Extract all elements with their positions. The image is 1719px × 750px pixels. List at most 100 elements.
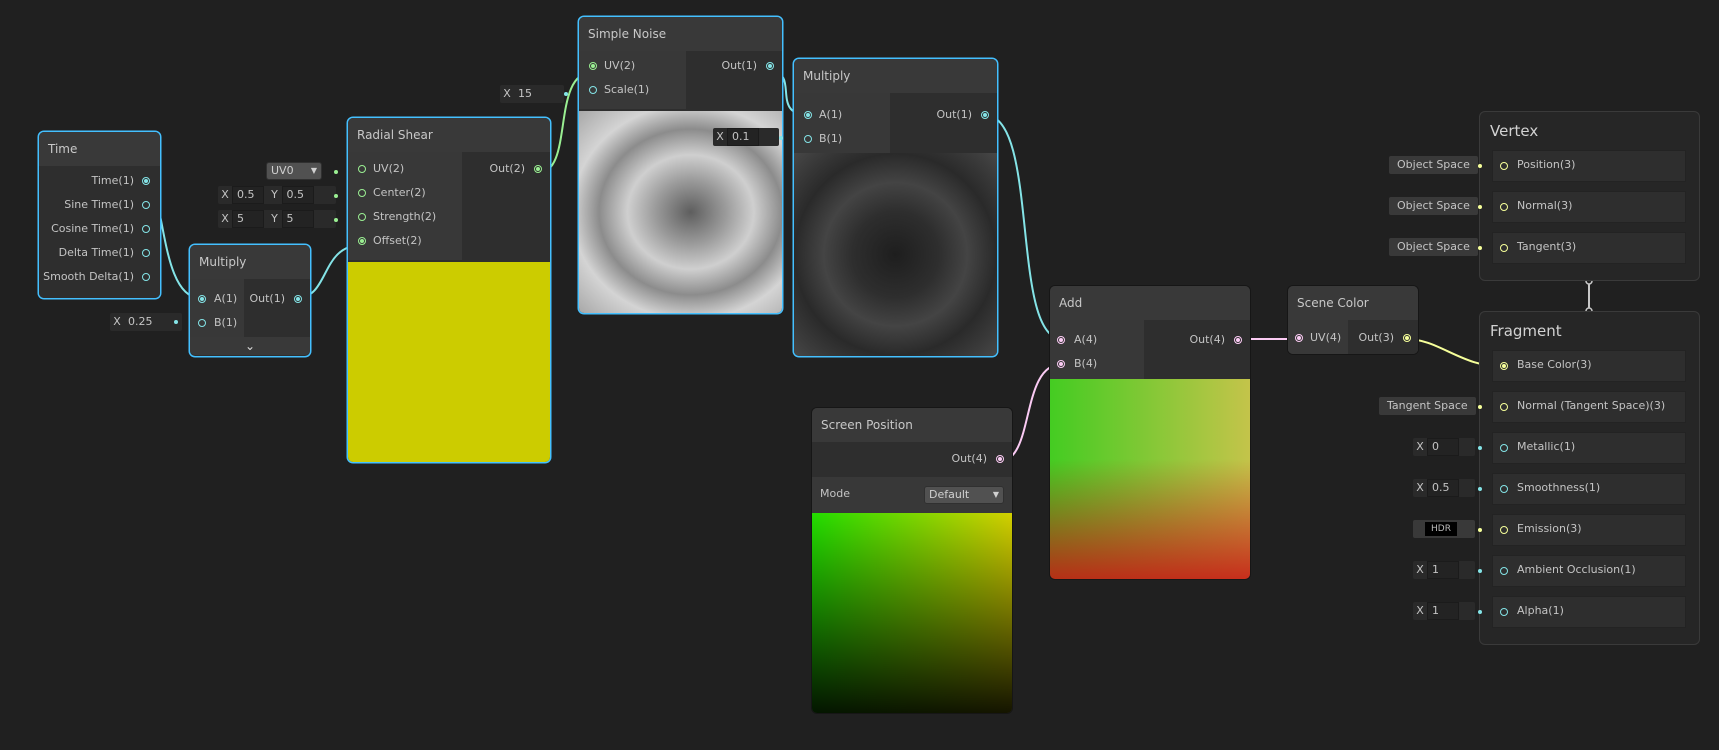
radial-shear-node[interactable]: Radial Shear UV(2) Center(2) Strength(2)…: [348, 118, 550, 462]
add-node[interactable]: Add A(4) B(4) Out(4): [1050, 286, 1250, 579]
input-port-uv[interactable]: UV(2): [373, 158, 404, 180]
scene-color-node[interactable]: Scene Color UV(4) Out(3): [1288, 286, 1418, 354]
input-port-offset[interactable]: Offset(2): [373, 230, 422, 252]
output-port-out[interactable]: Out(4): [951, 448, 987, 470]
input-port-center[interactable]: Center(2): [373, 182, 426, 204]
block-metallic[interactable]: Metallic(1): [1492, 432, 1686, 464]
metallic-field[interactable]: X0: [1413, 438, 1475, 456]
port-dot[interactable]: [198, 319, 206, 327]
normal-tangent-space-tag[interactable]: Tangent Space: [1379, 397, 1476, 415]
output-port-smooth-delta[interactable]: Smooth Delta(1): [43, 266, 134, 288]
output-port-out[interactable]: Out(3): [1358, 327, 1394, 349]
port-dot[interactable]: [1500, 444, 1508, 452]
input-port-uv[interactable]: UV(4): [1310, 327, 1341, 349]
port-dot[interactable]: [589, 86, 597, 94]
time-node[interactable]: Time Time(1) Sine Time(1) Cosine Time(1)…: [39, 132, 160, 298]
port-dot[interactable]: [1500, 203, 1508, 211]
port-dot[interactable]: [358, 165, 366, 173]
block-normal-tangent[interactable]: Normal (Tangent Space)(3): [1492, 391, 1686, 423]
port-dot[interactable]: [294, 295, 302, 303]
port-dot[interactable]: [1403, 334, 1411, 342]
block-alpha[interactable]: Alpha(1): [1492, 596, 1686, 628]
port-dot[interactable]: [358, 189, 366, 197]
block-position[interactable]: Position(3): [1492, 150, 1686, 182]
port-dot[interactable]: [1500, 608, 1508, 616]
tangent-space-tag[interactable]: Object Space: [1389, 238, 1478, 256]
port-dot[interactable]: [1500, 403, 1508, 411]
port-dot[interactable]: [804, 111, 812, 119]
port-dot[interactable]: [1234, 336, 1242, 344]
block-normal[interactable]: Normal(3): [1492, 191, 1686, 223]
multiply-node-2[interactable]: Multiply A(1) B(1) Out(1): [794, 59, 997, 356]
port-dot[interactable]: [1500, 244, 1508, 252]
output-port-time[interactable]: Time(1): [91, 170, 134, 192]
screen-position-node[interactable]: Screen Position Out(4) Mode Default ▼: [812, 408, 1012, 713]
port-dot[interactable]: [1295, 334, 1303, 342]
port-dot[interactable]: [142, 249, 150, 257]
port-dot[interactable]: [358, 213, 366, 221]
collapse-toggle[interactable]: ⌄: [190, 337, 310, 355]
scale-field[interactable]: X 15: [500, 85, 564, 103]
output-port-cosine-time[interactable]: Cosine Time(1): [51, 218, 134, 240]
port-dot[interactable]: [142, 201, 150, 209]
output-port-sine-time[interactable]: Sine Time(1): [64, 194, 134, 216]
port-dot[interactable]: [534, 165, 542, 173]
port-dot[interactable]: [1500, 362, 1508, 370]
block-emission[interactable]: Emission(3): [1492, 514, 1686, 546]
multiply-b-field[interactable]: X 0.25: [110, 313, 182, 331]
ambient-occlusion-field[interactable]: X1: [1413, 561, 1475, 579]
strength-field[interactable]: X5 Y5: [218, 210, 336, 228]
port-dot[interactable]: [142, 273, 150, 281]
port-dot[interactable]: [1057, 360, 1065, 368]
input-port-strength[interactable]: Strength(2): [373, 206, 436, 228]
port-dot[interactable]: [589, 62, 597, 70]
input-port-a[interactable]: A(1): [214, 288, 237, 310]
output-port-out[interactable]: Out(1): [721, 55, 757, 77]
multiply-node[interactable]: Multiply A(1) B(1) Out(1) ⌄: [190, 245, 310, 356]
vertex-title: Vertex: [1490, 122, 1539, 140]
port-dot[interactable]: [142, 225, 150, 233]
input-port-a[interactable]: A(1): [819, 104, 842, 126]
alpha-field[interactable]: X1: [1413, 602, 1475, 620]
vertex-context[interactable]: Vertex Position(3) Normal(3) Tangent(3): [1479, 111, 1700, 281]
mode-dropdown[interactable]: Default ▼: [924, 486, 1004, 504]
input-port-scale[interactable]: Scale(1): [604, 79, 649, 101]
smoothness-field[interactable]: X 0.5: [1413, 479, 1475, 497]
input-port-a[interactable]: A(4): [1074, 329, 1097, 351]
port-dot[interactable]: [996, 455, 1004, 463]
simple-noise-node[interactable]: Simple Noise UV(2) Scale(1) Out(1): [579, 17, 782, 313]
port-dot[interactable]: [981, 111, 989, 119]
port-dot[interactable]: [1500, 526, 1508, 534]
fragment-context[interactable]: Fragment Base Color(3) Normal (Tangent S…: [1479, 311, 1700, 645]
input-port-uv[interactable]: UV(2): [604, 55, 635, 77]
uv-channel-dropdown[interactable]: UV0 ▼: [266, 162, 322, 180]
port-dot[interactable]: [198, 295, 206, 303]
multiply-b-value-field[interactable]: X 0.1: [713, 128, 779, 146]
emission-hdr-field[interactable]: HDR: [1413, 520, 1475, 538]
port-dot[interactable]: [804, 135, 812, 143]
normal-space-tag[interactable]: Object Space: [1389, 197, 1478, 215]
port-dot[interactable]: [1057, 336, 1065, 344]
output-port-out[interactable]: Out(1): [936, 104, 972, 126]
center-field[interactable]: X 0.5 Y 0.5: [218, 186, 336, 204]
output-port-out[interactable]: Out(4): [1189, 329, 1225, 351]
block-ambient-occlusion[interactable]: Ambient Occlusion(1): [1492, 555, 1686, 587]
multiply-preview: [794, 153, 997, 356]
block-tangent[interactable]: Tangent(3): [1492, 232, 1686, 264]
input-port-b[interactable]: B(1): [819, 128, 842, 150]
position-space-tag[interactable]: Object Space: [1389, 156, 1478, 174]
port-dot[interactable]: [1500, 162, 1508, 170]
output-port-out[interactable]: Out(2): [489, 158, 525, 180]
port-dot[interactable]: [358, 237, 366, 245]
port-dot[interactable]: [766, 62, 774, 70]
output-port-delta-time[interactable]: Delta Time(1): [59, 242, 134, 264]
block-base-color[interactable]: Base Color(3): [1492, 350, 1686, 382]
port-dot[interactable]: [142, 177, 150, 185]
block-smoothness[interactable]: Smoothness(1): [1492, 473, 1686, 505]
input-port-b[interactable]: B(4): [1074, 353, 1097, 375]
port-dot[interactable]: [1500, 485, 1508, 493]
port-dot[interactable]: [1500, 567, 1508, 575]
output-port-out[interactable]: Out(1): [249, 288, 285, 310]
input-port-b[interactable]: B(1): [214, 312, 237, 334]
node-title: Multiply: [190, 245, 310, 279]
